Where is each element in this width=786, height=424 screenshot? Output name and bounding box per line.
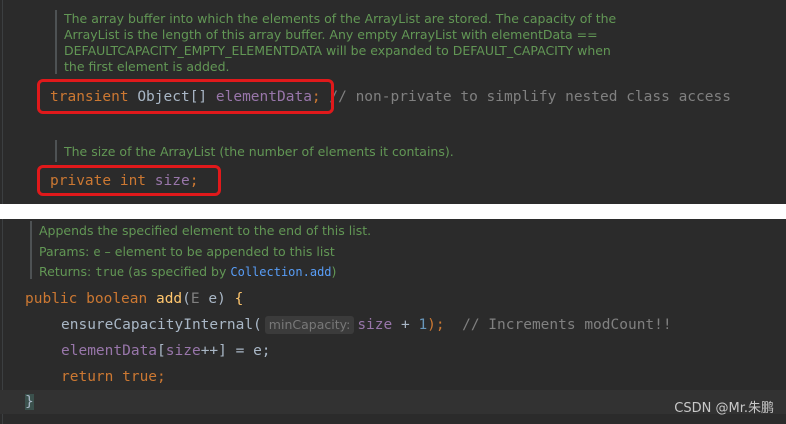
doc-line: Appends the specified element to the end… — [39, 223, 372, 238]
gutter-divider — [2, 0, 3, 204]
doc-params-label: Params: — [39, 243, 90, 259]
open-bracket: [ — [157, 343, 166, 359]
doc-returns-code: true — [95, 265, 125, 279]
doc-line: ArrayList is the length of this array bu… — [64, 27, 598, 42]
doc-params-code: e — [93, 244, 101, 259]
method-signature-line[interactable]: public boolean add(E e) { — [25, 289, 243, 309]
doc-line: the first element is added. — [64, 59, 230, 74]
type-boolean: boolean — [86, 291, 148, 307]
assign-rest: ++] = e; — [200, 343, 271, 359]
doc-comment-bar — [30, 221, 32, 279]
watermark: CSDN @Mr.朱鹏 — [674, 401, 774, 416]
doc-params-text: – element to be appended to this list — [100, 243, 335, 259]
doc-comment-bar — [55, 140, 57, 162]
highlight-box-elementdata — [37, 79, 334, 114]
current-line-highlight — [0, 390, 786, 414]
operator-plus: + — [392, 317, 419, 333]
keyword-public: public — [25, 291, 78, 307]
doc-returns-text: (as specified by — [124, 264, 231, 279]
highlight-box-size — [37, 165, 221, 196]
bottom-code-panel: Appends the specified element to the end… — [0, 219, 786, 424]
param-type-e: E — [190, 291, 200, 307]
method-call-ensurecapacity: ensureCapacityInternal( — [61, 317, 262, 333]
doc-comment-add: Appends the specified element to the end… — [39, 221, 371, 283]
doc-link-collection-add[interactable]: Collection.add — [230, 265, 331, 279]
field-elementdata: elementData — [61, 343, 158, 359]
parameter-hint-mincapacity: minCapacity: — [264, 316, 355, 334]
field-size: size — [165, 343, 201, 359]
doc-returns-line: Returns: true (as specified by Collectio… — [39, 262, 371, 283]
doc-returns-end: ) — [331, 264, 337, 279]
doc-params-line: Params: e – element to be appended to th… — [39, 242, 371, 263]
close-brace-line[interactable]: } — [25, 392, 34, 412]
doc-returns-label: Returns: — [39, 264, 92, 279]
doc-comment-elementdata: The array buffer into which the elements… — [64, 11, 616, 75]
close-paren: ) — [217, 291, 235, 307]
statement-end: ); — [427, 317, 445, 333]
ensure-capacity-line[interactable]: ensureCapacityInternal(minCapacity: size … — [61, 315, 672, 335]
doc-comment-size: The size of the ArrayList (the number of… — [64, 144, 454, 159]
keyword-return: return — [61, 369, 114, 385]
doc-line: The array buffer into which the elements… — [64, 11, 617, 26]
doc-line: DEFAULTCAPACITY_EMPTY_ELEMENTDATA will b… — [64, 43, 611, 58]
method-name-add: add — [155, 291, 183, 307]
doc-comment-bar — [55, 10, 57, 74]
param-name-e: e — [199, 291, 218, 307]
number-one: 1 — [418, 317, 428, 333]
open-brace: { — [234, 291, 244, 307]
return-value: true; — [113, 369, 166, 385]
close-brace: } — [25, 394, 34, 410]
inline-comment: // Increments modCount!! — [462, 317, 672, 333]
open-paren: ( — [182, 291, 191, 307]
element-assign-line[interactable]: elementData[size++] = e; — [61, 341, 271, 361]
top-code-panel: The array buffer into which the elements… — [0, 0, 786, 204]
arg-size: size — [357, 317, 393, 333]
return-line[interactable]: return true; — [61, 367, 166, 387]
inline-comment: // non-private to simplify nested class … — [329, 89, 731, 105]
